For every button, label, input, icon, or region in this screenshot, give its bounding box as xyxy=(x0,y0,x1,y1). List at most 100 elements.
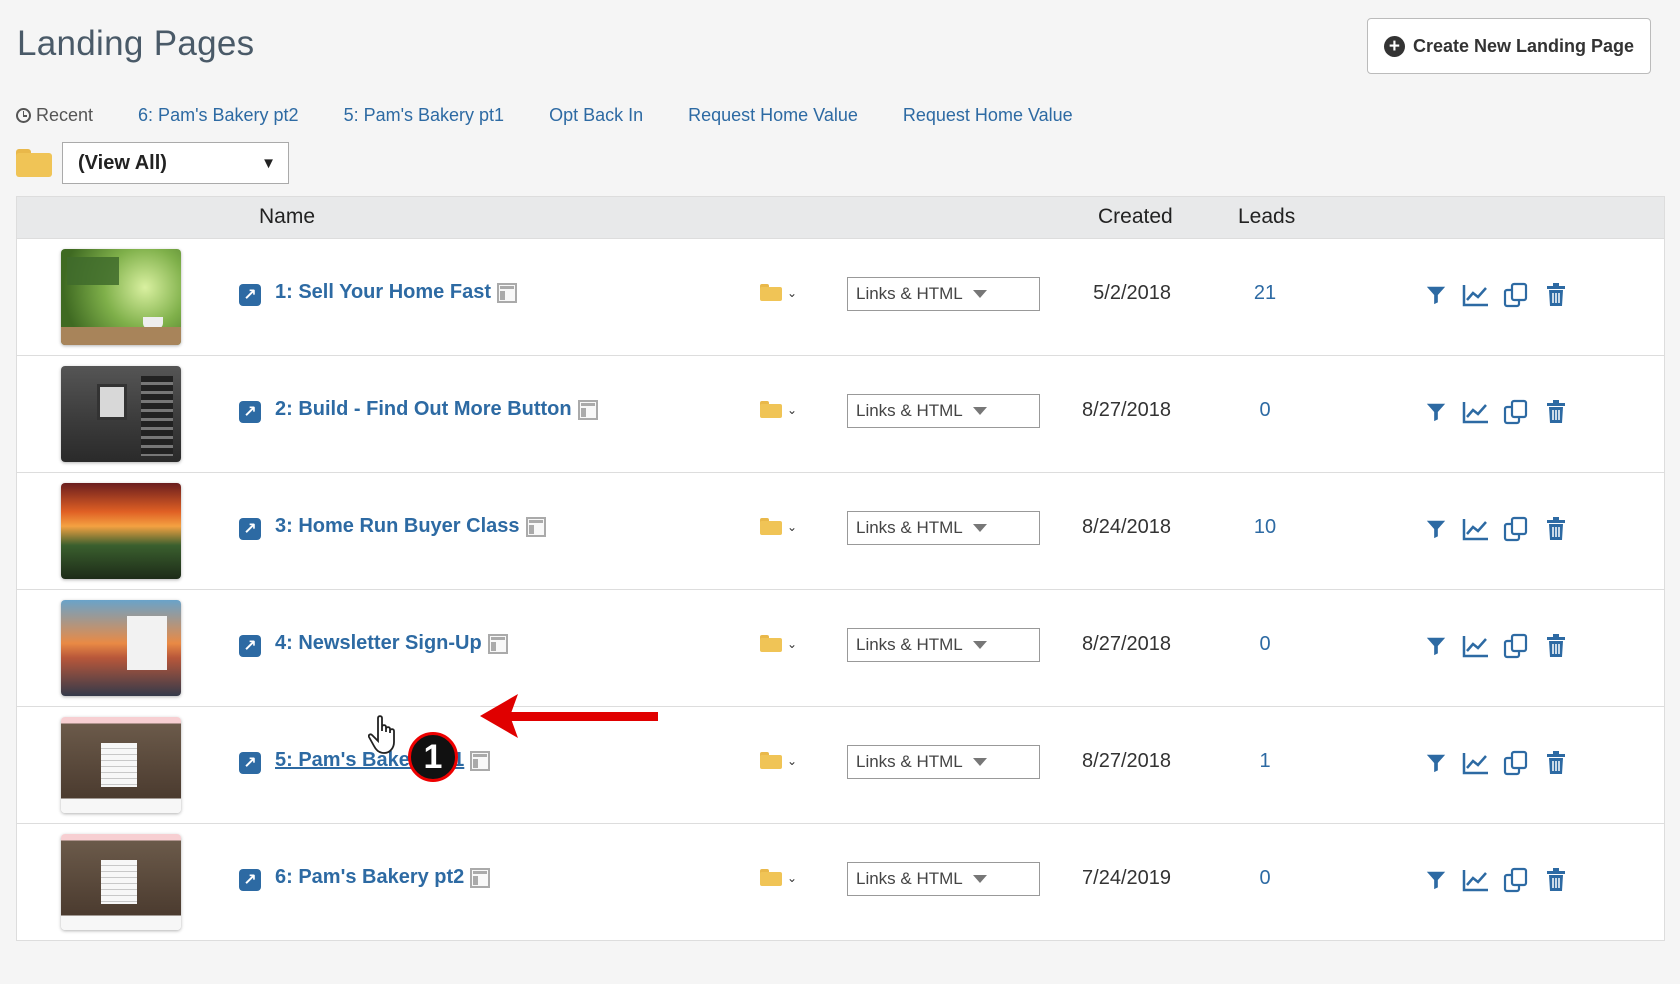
chevron-down-icon: ⌄ xyxy=(787,753,798,768)
page-thumbnail[interactable] xyxy=(61,717,181,813)
external-link-icon[interactable]: ↗ xyxy=(239,284,261,306)
page-thumbnail[interactable] xyxy=(61,483,181,579)
leads-count[interactable]: 21 xyxy=(1235,282,1295,305)
stats-chart-icon[interactable] xyxy=(1462,398,1490,426)
copy-icon[interactable] xyxy=(1502,515,1530,543)
landing-pages-table: Name Created Leads ↗ 1: Sell Your Home F… xyxy=(16,196,1665,941)
clock-icon xyxy=(16,107,31,123)
filter-icon[interactable] xyxy=(1422,632,1450,660)
leads-count[interactable]: 1 xyxy=(1235,750,1295,773)
page-preview-icon[interactable] xyxy=(525,516,546,537)
filter-icon[interactable] xyxy=(1422,749,1450,777)
leads-count[interactable]: 0 xyxy=(1235,399,1295,422)
page-thumbnail[interactable] xyxy=(61,366,181,462)
move-folder-dropdown[interactable]: ⌄ xyxy=(760,401,797,418)
page-thumbnail[interactable] xyxy=(61,249,181,345)
annotation-arrow-icon xyxy=(480,694,658,738)
page-preview-icon[interactable] xyxy=(487,633,508,654)
links-html-label: Links & HTML xyxy=(856,518,963,537)
created-date: 7/24/2019 xyxy=(1082,867,1171,889)
page-name-link[interactable]: 2: Build - Find Out More Button xyxy=(275,398,572,421)
recent-link[interactable]: Request Home Value xyxy=(688,105,858,126)
links-html-select[interactable]: Links & HTML xyxy=(847,511,1040,545)
leads-count[interactable]: 10 xyxy=(1235,516,1295,539)
external-link-icon[interactable]: ↗ xyxy=(239,635,261,657)
page-thumbnail[interactable] xyxy=(61,600,181,696)
links-html-select[interactable]: Links & HTML xyxy=(847,394,1040,428)
chevron-down-icon: ⌄ xyxy=(787,519,798,534)
page-preview-icon[interactable] xyxy=(577,399,598,420)
folder-icon xyxy=(760,284,782,301)
chevron-down-icon: ⌄ xyxy=(787,636,798,651)
stats-chart-icon[interactable] xyxy=(1462,749,1490,777)
links-html-select[interactable]: Links & HTML xyxy=(847,745,1040,779)
links-html-select[interactable]: Links & HTML xyxy=(847,277,1040,311)
external-link-icon[interactable]: ↗ xyxy=(239,869,261,891)
stats-chart-icon[interactable] xyxy=(1462,281,1490,309)
trash-icon[interactable] xyxy=(1542,749,1570,777)
create-button-label: Create New Landing Page xyxy=(1412,35,1635,56)
table-row: ↗ 3: Home Run Buyer Class ⌄ Links & HTML… xyxy=(17,472,1664,589)
move-folder-dropdown[interactable]: ⌄ xyxy=(760,752,797,769)
filter-icon[interactable] xyxy=(1422,515,1450,543)
page-preview-icon[interactable] xyxy=(470,750,491,771)
filter-icon[interactable] xyxy=(1422,398,1450,426)
stats-chart-icon[interactable] xyxy=(1462,866,1490,894)
leads-count[interactable]: 0 xyxy=(1235,633,1295,656)
chevron-down-icon: ⌄ xyxy=(787,285,798,300)
stats-chart-icon[interactable] xyxy=(1462,632,1490,660)
caret-down-icon xyxy=(972,758,987,766)
header-leads[interactable]: Leads xyxy=(1238,205,1295,229)
folder-icon xyxy=(760,401,782,418)
filter-icon[interactable] xyxy=(1422,281,1450,309)
links-html-select[interactable]: Links & HTML xyxy=(847,628,1040,662)
table-row: ↗ 4: Newsletter Sign-Up ⌄ Links & HTML 8… xyxy=(17,589,1664,706)
trash-icon[interactable] xyxy=(1542,632,1570,660)
copy-icon[interactable] xyxy=(1502,281,1530,309)
caret-down-icon xyxy=(972,290,987,298)
leads-count[interactable]: 0 xyxy=(1235,867,1295,890)
recent-link[interactable]: Request Home Value xyxy=(903,105,1073,126)
move-folder-dropdown[interactable]: ⌄ xyxy=(760,635,797,652)
external-link-icon[interactable]: ↗ xyxy=(239,401,261,423)
page-name-link[interactable]: 4: Newsletter Sign-Up xyxy=(275,632,482,655)
page-name-link[interactable]: 1: Sell Your Home Fast xyxy=(275,281,491,304)
step-number-badge: 1 xyxy=(408,732,458,782)
recent-link[interactable]: 6: Pam's Bakery pt2 xyxy=(138,105,299,126)
header-name[interactable]: Name xyxy=(259,205,315,229)
copy-icon[interactable] xyxy=(1502,398,1530,426)
chevron-down-icon: ⌄ xyxy=(787,870,798,885)
recent-link[interactable]: Opt Back In xyxy=(549,105,643,126)
caret-down-icon xyxy=(972,407,987,415)
external-link-icon[interactable]: ↗ xyxy=(239,518,261,540)
caret-down-icon xyxy=(972,641,987,649)
page-preview-icon[interactable] xyxy=(470,867,491,888)
page-name-link[interactable]: 3: Home Run Buyer Class xyxy=(275,515,520,538)
stats-chart-icon[interactable] xyxy=(1462,515,1490,543)
copy-icon[interactable] xyxy=(1502,866,1530,894)
trash-icon[interactable] xyxy=(1542,281,1570,309)
move-folder-dropdown[interactable]: ⌄ xyxy=(760,518,797,535)
move-folder-dropdown[interactable]: ⌄ xyxy=(760,869,797,886)
folder-icon xyxy=(760,869,782,886)
created-date: 8/27/2018 xyxy=(1082,750,1171,772)
page-name-link[interactable]: 6: Pam's Bakery pt2 xyxy=(275,866,464,889)
header-created[interactable]: Created xyxy=(1098,205,1173,229)
copy-icon[interactable] xyxy=(1502,632,1530,660)
create-new-landing-page-button[interactable]: + Create New Landing Page xyxy=(1367,18,1651,74)
links-html-label: Links & HTML xyxy=(856,869,963,888)
filter-icon[interactable] xyxy=(1422,866,1450,894)
move-folder-dropdown[interactable]: ⌄ xyxy=(760,284,797,301)
recent-link[interactable]: 5: Pam's Bakery pt1 xyxy=(344,105,505,126)
copy-icon[interactable] xyxy=(1502,749,1530,777)
external-link-icon[interactable]: ↗ xyxy=(239,752,261,774)
links-html-select[interactable]: Links & HTML xyxy=(847,862,1040,896)
page-preview-icon[interactable] xyxy=(497,282,517,303)
trash-icon[interactable] xyxy=(1542,515,1570,543)
trash-icon[interactable] xyxy=(1542,398,1570,426)
caret-down-icon: ▼ xyxy=(261,154,276,172)
trash-icon[interactable] xyxy=(1542,866,1570,894)
page-thumbnail[interactable] xyxy=(61,834,181,930)
folder-view-select[interactable]: (View All) ▼ xyxy=(62,142,289,184)
folder-view-value: (View All) xyxy=(78,151,167,174)
